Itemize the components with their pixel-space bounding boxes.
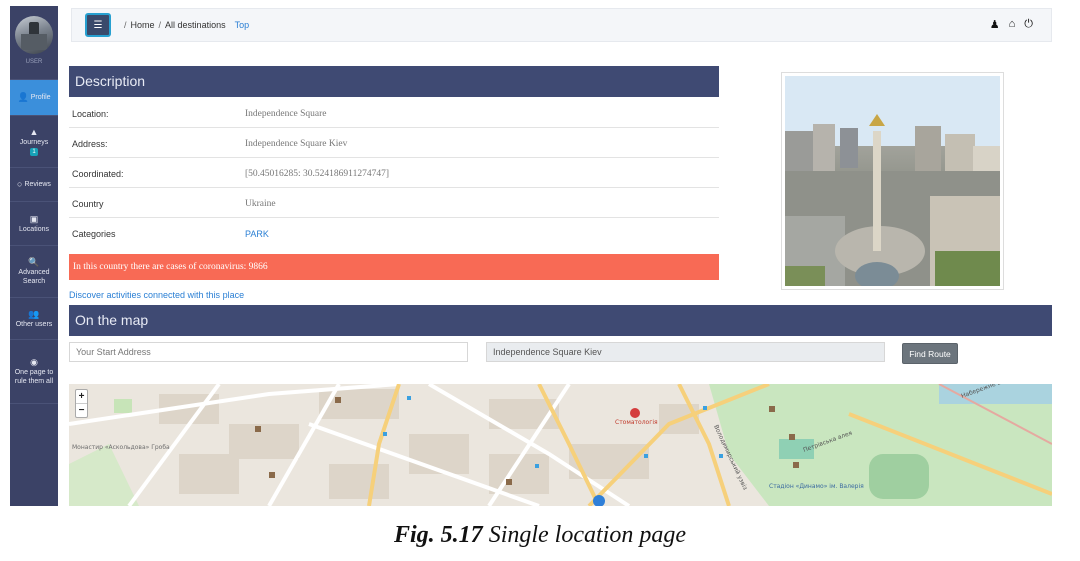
- category-link[interactable]: PARK: [245, 229, 269, 239]
- users-icon: 👥: [28, 308, 40, 319]
- home-icon[interactable]: ⌂: [1009, 18, 1016, 31]
- map-zoom-control: + −: [75, 389, 88, 418]
- sidebar-item-label: Advanced Search: [18, 269, 50, 285]
- user-icon[interactable]: ♟: [990, 18, 1000, 31]
- map-tiles: Монастир «Аскольдова» Гроба Стоматологія…: [69, 384, 1052, 506]
- description-row-coordinates: Coordinated: [50.45016285: 30.5241869112…: [69, 158, 719, 188]
- sidebar-item-journeys[interactable]: ▲ Journeys 1: [10, 116, 58, 168]
- map-label: Стоматологія: [615, 419, 658, 426]
- road-icon: ▲: [29, 127, 39, 137]
- sidebar-item-reviews[interactable]: ○ Reviews: [10, 168, 58, 202]
- description-row-country: Country Ukraine: [69, 188, 719, 218]
- globe-icon: ◉: [30, 357, 38, 367]
- avatar[interactable]: [15, 16, 53, 54]
- building-icon: ▣: [29, 213, 39, 224]
- sidebar-item-locations[interactable]: ▣ Locations: [10, 202, 58, 246]
- description-header: Description: [69, 66, 719, 97]
- map[interactable]: Монастир «Аскольдова» Гроба Стоматологія…: [69, 384, 1052, 506]
- breadcrumb-all-destinations[interactable]: All destinations: [165, 20, 226, 30]
- sidebar-item-advanced-search[interactable]: 🔍 Advanced Search: [10, 246, 58, 298]
- sidebar-item-label: Reviews: [24, 181, 51, 188]
- city-square-illustration: [785, 76, 1000, 286]
- breadcrumb: / Home / All destinations Top: [124, 20, 250, 30]
- search-icon: 🔍: [28, 257, 40, 267]
- sidebar-item-one-page[interactable]: ◉ One page to rule them all: [10, 340, 58, 404]
- breadcrumb-top-link[interactable]: Top: [235, 20, 250, 30]
- start-address-input[interactable]: [69, 342, 468, 362]
- coronavirus-alert: In this country there are cases of coron…: [69, 254, 719, 280]
- description-row-categories: Categories PARK: [72, 229, 269, 239]
- find-route-button[interactable]: Find Route: [902, 343, 958, 364]
- description-row-address: Address: Independence Square Kiev: [69, 128, 719, 158]
- journeys-badge: 1: [30, 148, 38, 156]
- sidebar: USER 👤 Profile ▲ Journeys 1 ○ Reviews ▣ …: [10, 6, 58, 506]
- sidebar-item-label: Journeys: [19, 139, 49, 146]
- sidebar-item-other-users[interactable]: 👥 Other users: [10, 298, 58, 340]
- figure-title: Single location page: [488, 522, 686, 548]
- circle-icon: ○: [17, 179, 23, 189]
- power-icon[interactable]: ⏻: [1024, 18, 1033, 31]
- sidebar-item-label: Profile: [30, 94, 51, 101]
- map-header: On the map: [69, 305, 1052, 336]
- sidebar-item-label: Other users: [15, 320, 53, 328]
- description-row-location: Location: Independence Square: [69, 98, 719, 128]
- figure-caption: Fig. 5.17 Single location page: [0, 522, 1080, 549]
- menu-toggle-button[interactable]: ☰: [85, 13, 111, 37]
- top-bar: ☰ / Home / All destinations Top ♟ ⌂ ⏻: [71, 8, 1052, 42]
- user-label: USER: [25, 59, 43, 65]
- user-icon: 👤: [17, 92, 29, 102]
- sidebar-item-profile[interactable]: 👤 Profile: [10, 80, 58, 116]
- sidebar-item-label: One page to rule them all: [14, 369, 54, 385]
- map-label: Стадіон «Динамо» ім. Валерія: [769, 483, 864, 490]
- zoom-in-button[interactable]: +: [76, 390, 87, 404]
- hamburger-icon: ☰: [93, 19, 103, 31]
- figure-number: Fig. 5.17: [394, 522, 483, 548]
- breadcrumb-home[interactable]: Home: [131, 20, 155, 30]
- zoom-out-button[interactable]: −: [76, 404, 87, 417]
- location-photo-frame: [781, 72, 1004, 290]
- location-photo: [785, 76, 1000, 286]
- discover-activities-link[interactable]: Discover activities connected with this …: [69, 290, 244, 300]
- user-panel: USER: [10, 6, 58, 80]
- sidebar-item-label: Locations: [19, 225, 49, 233]
- map-marker-icon: [630, 408, 640, 418]
- map-label: Монастир «Аскольдова» Гроба: [72, 444, 170, 451]
- top-icons: ♟ ⌂ ⏻: [990, 18, 1033, 31]
- destination-input[interactable]: [486, 342, 885, 362]
